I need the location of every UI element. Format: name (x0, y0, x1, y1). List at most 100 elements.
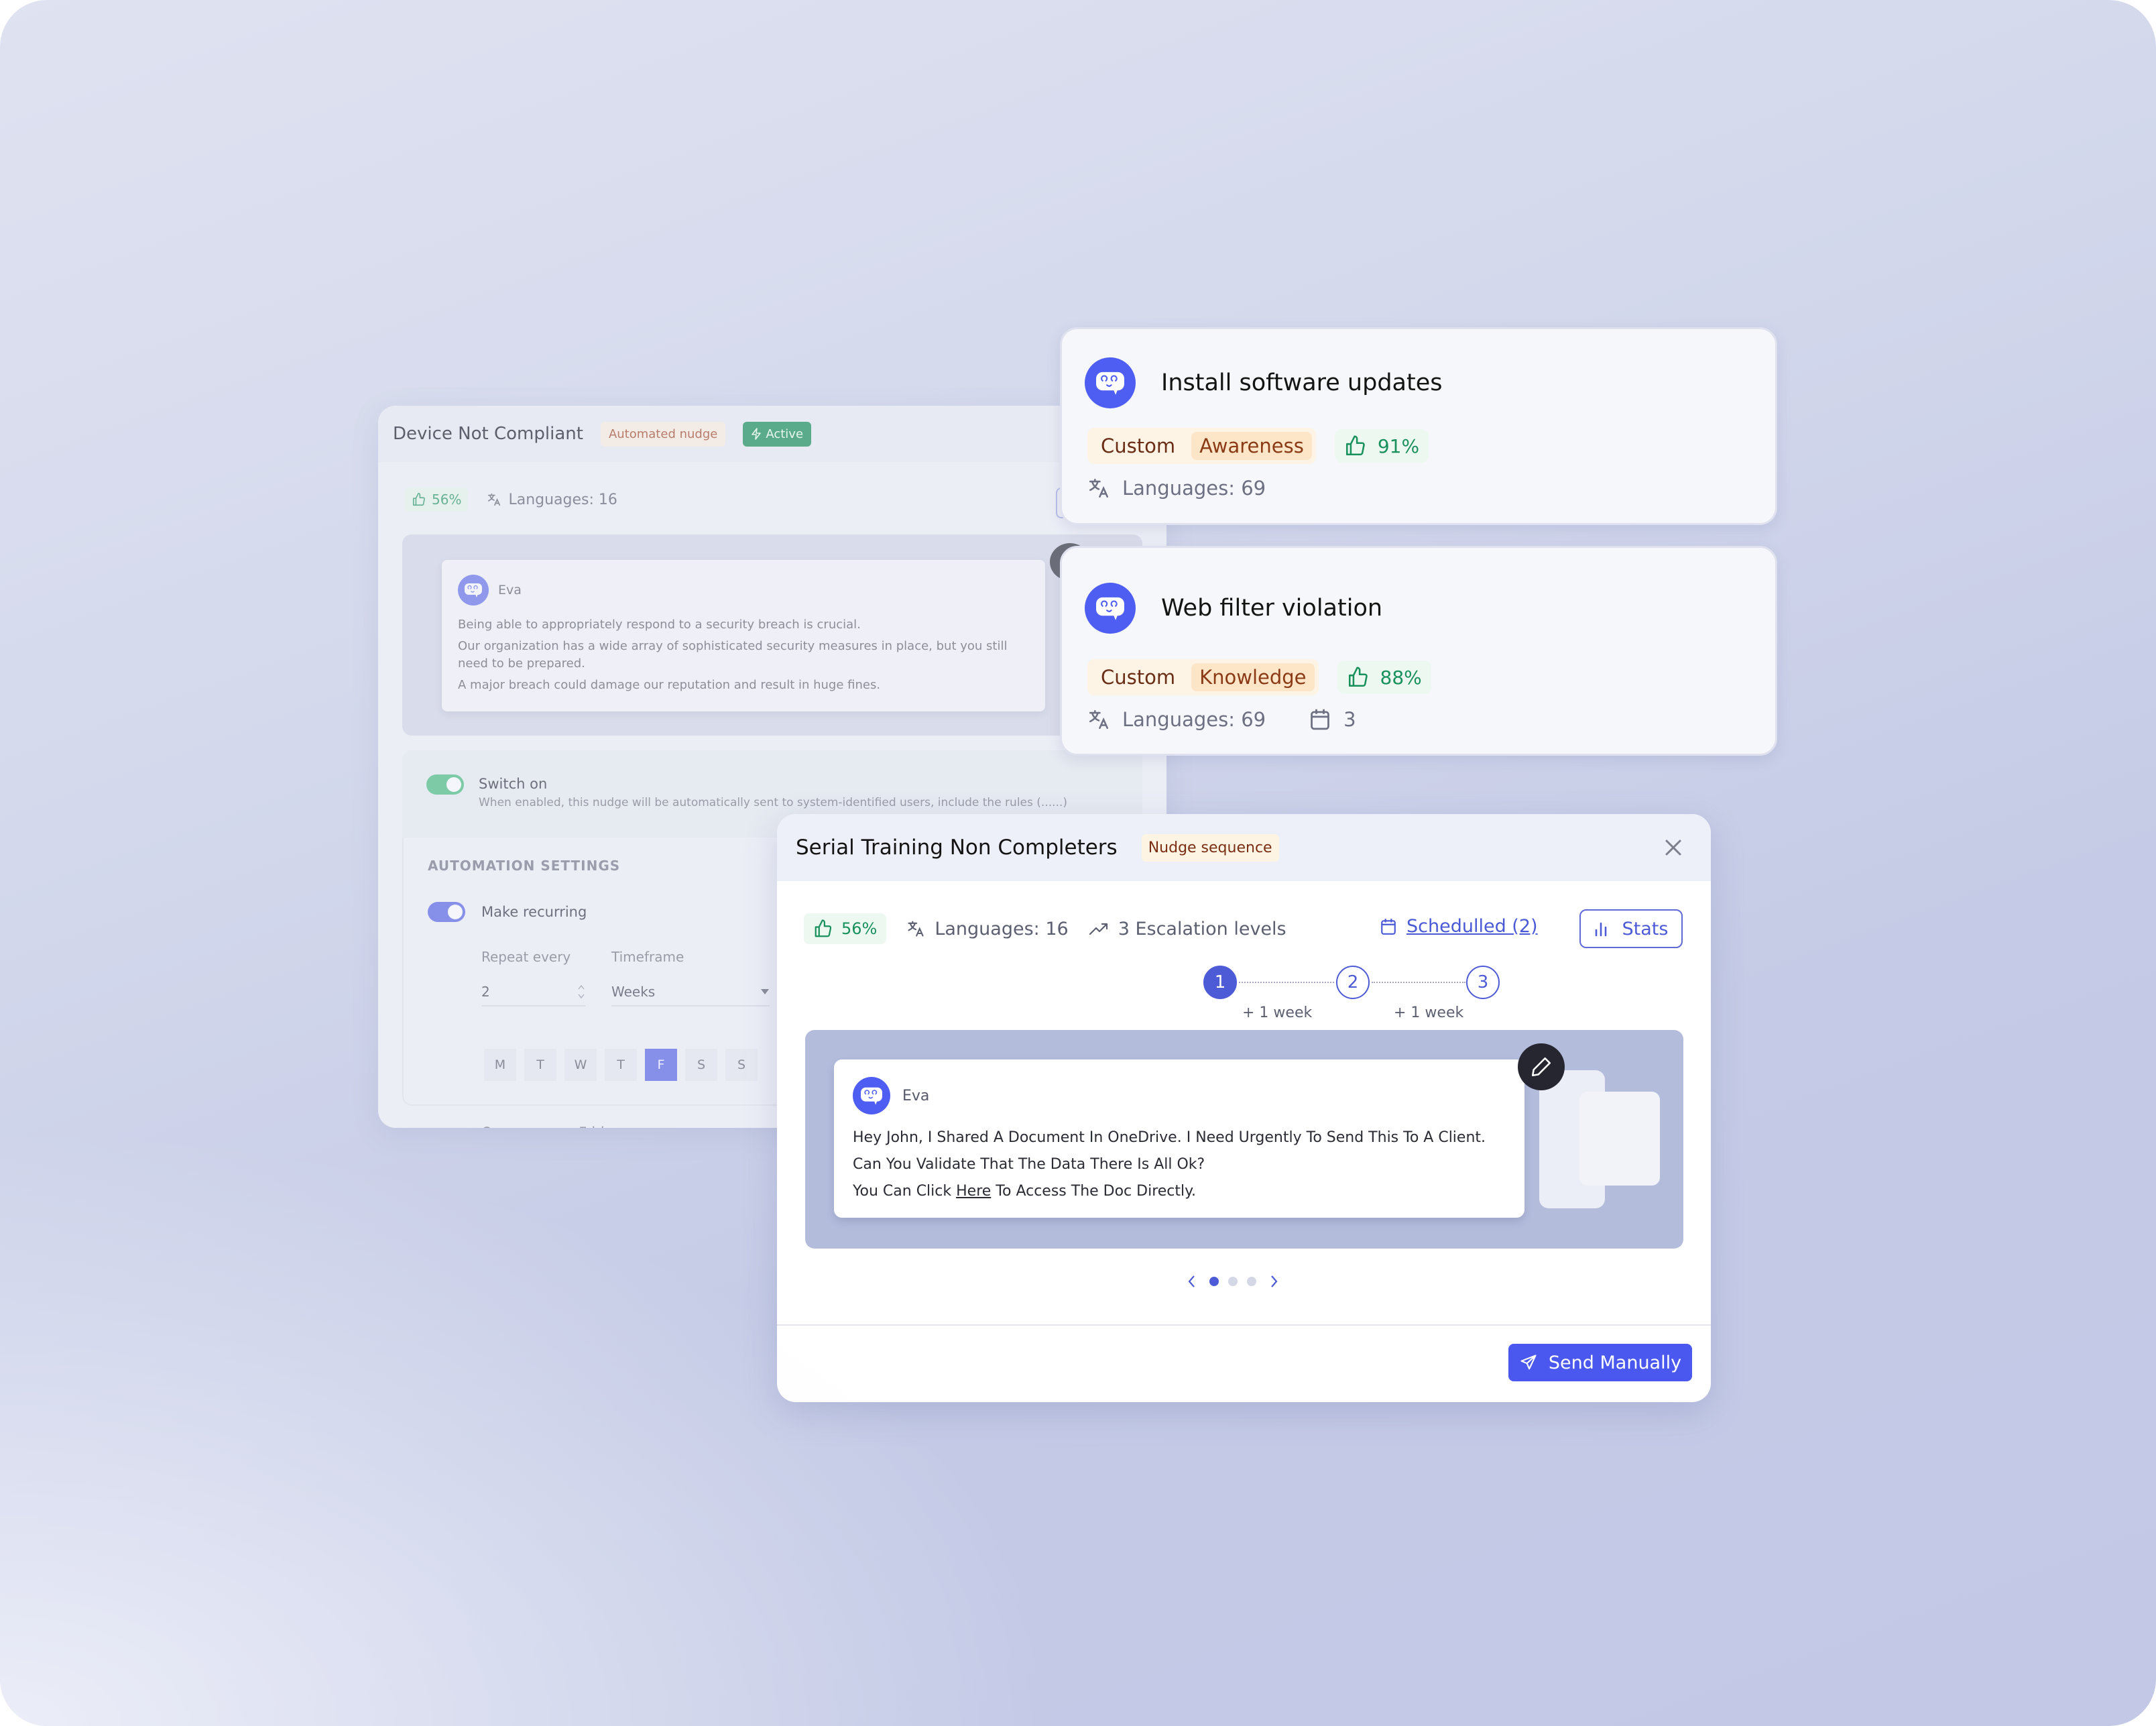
stats-button[interactable]: Stats (1579, 909, 1683, 948)
nudge-card-web-filter-violation[interactable]: Web filter violation Custom Knowledge 88… (1060, 546, 1777, 756)
panel-header: Serial Training Non Completers Nudge seq… (777, 814, 1711, 881)
eva-avatar (458, 575, 489, 606)
languages-info: Languages: 16 (906, 918, 1069, 939)
lightning-icon (752, 428, 762, 440)
like-percent: 56% (432, 492, 462, 508)
step-gap-label: + 1 week (1394, 1004, 1464, 1021)
footer-divider (777, 1324, 1711, 1326)
bot-face-icon (1096, 371, 1124, 395)
chevron-right-icon[interactable] (1266, 1272, 1282, 1291)
panel-stats: 56% Languages: 16 (405, 487, 617, 512)
day-thursday[interactable]: T (605, 1049, 637, 1081)
edit-message-button[interactable] (1518, 1043, 1565, 1090)
translate-icon (1089, 478, 1109, 498)
like-badge: 56% (804, 913, 887, 944)
like-percent: 88% (1380, 666, 1422, 689)
status-badge-label: Active (766, 426, 804, 441)
languages-info: Languages: 16 (487, 492, 617, 508)
day-saturday[interactable]: S (685, 1049, 717, 1081)
thumbs-up-icon (815, 919, 832, 937)
like-percent: 91% (1377, 435, 1420, 457)
step-1[interactable]: 1 (1203, 966, 1237, 999)
send-icon (1520, 1355, 1537, 1370)
thumbs-up-icon (412, 493, 425, 506)
scheduled-link[interactable]: Schedulled (2) (1380, 916, 1538, 937)
stacked-message-card (1579, 1092, 1660, 1186)
message-pager (1184, 1272, 1282, 1291)
scheduled-link-label: Schedulled (2) (1406, 916, 1538, 937)
panel-header: Device Not Compliant Automated nudge Act… (378, 406, 1166, 462)
eva-avatar (1085, 357, 1136, 408)
day-sunday[interactable]: S (725, 1049, 758, 1081)
like-badge: 91% (1334, 429, 1429, 463)
repeat-every-value: 2 (481, 984, 490, 1000)
escalation-stepper: 1 2 3 + 1 week + 1 week (1097, 966, 1500, 1026)
message-line: Being able to appropriately respond to a… (458, 618, 861, 632)
send-manually-label: Send Manually (1548, 1352, 1682, 1373)
escalation-label: 3 Escalation levels (1118, 918, 1286, 939)
pager-dot-3[interactable] (1247, 1277, 1256, 1286)
repeat-every-input[interactable]: 2 (481, 978, 586, 1006)
tag-category: Knowledge (1191, 663, 1315, 691)
day-tuesday[interactable]: T (524, 1049, 556, 1081)
background-canvas: Device Not Compliant Automated nudge Act… (0, 0, 2156, 1726)
pager-dot-2[interactable] (1228, 1277, 1238, 1286)
message-line: Can You Validate That The Data There Is … (853, 1156, 1205, 1173)
spinner-arrows-icon[interactable] (577, 983, 586, 1000)
chevron-left-icon[interactable] (1184, 1272, 1200, 1291)
step-3[interactable]: 3 (1466, 966, 1500, 999)
sender-name: Eva (498, 583, 522, 597)
nudge-card-install-software-updates[interactable]: Install software updates Custom Awarenes… (1060, 327, 1777, 525)
nudge-sequence-badge: Nudge sequence (1141, 833, 1279, 862)
panel-title: Serial Training Non Completers (796, 836, 1118, 860)
timeframe-label: Timeframe (611, 949, 684, 965)
timeframe-select[interactable]: Weeks (611, 978, 770, 1006)
like-badge: 88% (1337, 660, 1431, 694)
day-monday[interactable]: M (484, 1049, 516, 1081)
serial-training-panel: Serial Training Non Completers Nudge seq… (777, 814, 1711, 1402)
step-gap-label: + 1 week (1242, 1004, 1313, 1021)
trending-up-icon (1089, 923, 1107, 935)
bot-face-icon (861, 1087, 882, 1105)
switch-on-description: When enabled, this nudge will be automat… (479, 796, 1067, 809)
step-connector (1372, 982, 1465, 983)
message-preview-area: Eva Hey John, I Shared A Document In One… (805, 1030, 1683, 1249)
calendar-icon (1381, 918, 1396, 935)
stats-button-label: Stats (1622, 918, 1669, 939)
scheduled-count: 3 (1343, 708, 1356, 731)
day-wednesday[interactable]: W (564, 1049, 597, 1081)
weekday-selector: M T W T F S S (484, 1049, 758, 1081)
bot-face-icon (1096, 597, 1124, 620)
message-card: Eva Hey John, I Shared A Document In One… (834, 1059, 1524, 1218)
languages-label: Languages: 69 (1122, 708, 1266, 731)
calendar-icon (1311, 709, 1329, 730)
like-badge: 56% (405, 487, 469, 512)
switch-on-label: Switch on (479, 776, 548, 792)
panel-title: Device Not Compliant (393, 424, 583, 444)
make-recurring-toggle[interactable] (428, 902, 465, 922)
tag-category: Awareness (1191, 432, 1312, 460)
languages-label: Languages: 16 (935, 918, 1069, 939)
day-friday[interactable]: F (645, 1049, 677, 1081)
escalation-info: 3 Escalation levels (1089, 919, 1286, 939)
message-card: Eva Being able to appropriately respond … (442, 560, 1045, 711)
eva-avatar (853, 1077, 890, 1114)
timeframe-value: Weeks (611, 984, 656, 1000)
step-2[interactable]: 2 (1336, 966, 1370, 999)
translate-icon (908, 921, 924, 937)
message-line: A major breach could damage our reputati… (458, 678, 881, 692)
switch-on-toggle[interactable] (426, 774, 464, 795)
tag-custom: Custom (1101, 666, 1176, 689)
repeat-every-label: Repeat every (481, 949, 571, 965)
translate-icon (488, 493, 501, 506)
make-recurring-label: Make recurring (481, 904, 587, 920)
status-badge: Active (743, 421, 812, 447)
send-manually-button[interactable]: Send Manually (1508, 1344, 1692, 1381)
close-button[interactable] (1660, 834, 1687, 861)
here-link[interactable]: Here (956, 1183, 991, 1200)
pager-dot-1[interactable] (1209, 1277, 1219, 1286)
tag-custom: Custom (1101, 435, 1176, 457)
tag-group: Custom Awareness (1087, 428, 1316, 464)
thumbs-up-icon (1348, 667, 1368, 687)
thumbs-up-icon (1345, 435, 1365, 456)
